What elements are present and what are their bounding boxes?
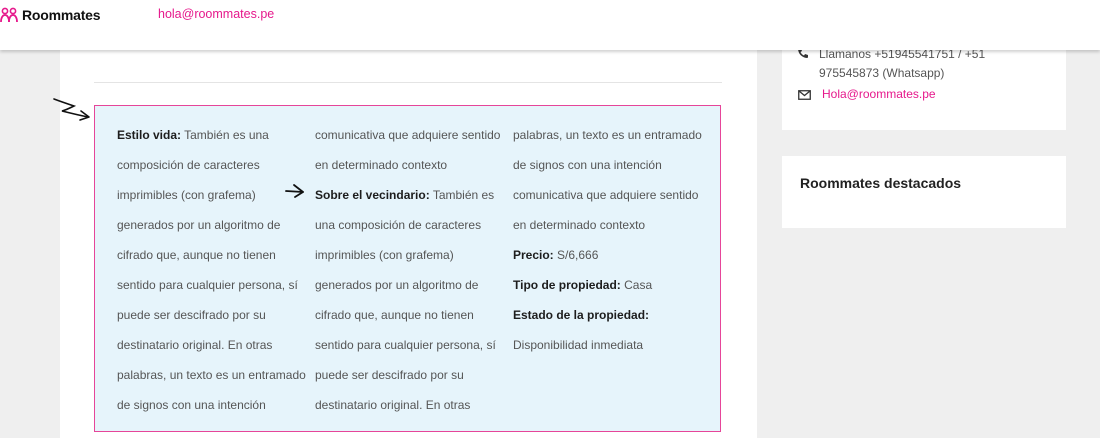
- details-line: imprimibles (con grafema): [117, 180, 307, 210]
- hand-drawn-arrow-icon: [285, 184, 304, 198]
- details-label: Precio:: [513, 248, 554, 262]
- details-text: puede ser descifrado por su: [315, 368, 464, 382]
- listing-details-box: Estilo vida: También es una composición d…: [94, 105, 721, 432]
- details-text: palabras, un texto es un entramado: [513, 128, 702, 142]
- contact-email-link[interactable]: Hola@roommates.pe: [822, 85, 936, 103]
- details-line: una composición de caracteres: [315, 210, 505, 240]
- contact-whatsapp: 975545873 (Whatsapp): [819, 66, 945, 80]
- details-line: Precio: S/6,666: [513, 240, 713, 270]
- brand-name: Roommates: [22, 7, 101, 23]
- details-text: Disponibilidad inmediata: [513, 338, 644, 352]
- details-text: imprimibles (con grafema): [117, 188, 256, 202]
- details-text: imprimibles (con grafema): [315, 248, 454, 262]
- details-line: puede ser descifrado por su: [315, 360, 505, 390]
- details-line: Estilo vida: También es una: [117, 120, 307, 150]
- details-label: Estilo vida:: [117, 128, 182, 142]
- details-text: generados por un algoritmo de: [315, 278, 479, 292]
- details-line: comunicativa que adquiere sentido: [513, 180, 713, 210]
- details-line: cifrado que, aunque no tienen: [117, 240, 307, 270]
- details-line: composición de caracteres: [117, 150, 307, 180]
- details-text: comunicativa que adquiere sentido: [315, 128, 501, 142]
- hand-drawn-arrow-icon: [53, 98, 90, 121]
- details-text: cifrado que, aunque no tienen: [315, 308, 474, 322]
- details-text: S/6,666: [553, 248, 599, 262]
- details-text: en determinado contexto: [513, 218, 646, 232]
- top-header: Roommates hola@roommates.pe: [0, 0, 1100, 50]
- details-label: Sobre el vecindario:: [315, 188, 430, 202]
- details-text: una composición de caracteres: [315, 218, 482, 232]
- details-line: destinatario original. En otras: [315, 390, 505, 420]
- details-line: de signos con una intención: [513, 150, 713, 180]
- details-line: palabras, un texto es un entramado: [513, 120, 713, 150]
- details-text: de signos con una intención: [513, 158, 662, 172]
- details-line: destinatario original. En otras: [117, 330, 307, 360]
- details-line: Estado de la propiedad:: [513, 300, 713, 330]
- details-line: de signos con una intención: [117, 390, 307, 420]
- details-line: Disponibilidad inmediata: [513, 330, 713, 360]
- details-label: Estado de la propiedad:: [513, 308, 650, 322]
- mail-icon: [798, 87, 811, 105]
- details-line: palabras, un texto es un entramado: [117, 360, 307, 390]
- details-text: palabras, un texto es un entramado: [117, 368, 306, 382]
- details-text: composición de caracteres: [117, 158, 260, 172]
- details-text: puede ser descifrado por su: [117, 308, 266, 322]
- details-line: Sobre el vecindario: También es: [315, 180, 505, 210]
- details-text: sentido para cualquier persona, sí: [117, 278, 298, 292]
- details-text: en determinado contexto: [315, 158, 448, 172]
- details-line: en determinado contexto: [513, 210, 713, 240]
- details-text: generados por un algoritmo de: [117, 218, 281, 232]
- details-line: comunicativa que adquiere sentido: [315, 120, 505, 150]
- details-line: imprimibles (con grafema): [315, 240, 505, 270]
- details-line: sentido para cualquier persona, sí: [117, 270, 307, 300]
- details-line: generados por un algoritmo de: [117, 210, 307, 240]
- details-line: cifrado que, aunque no tienen: [315, 300, 505, 330]
- details-label: Tipo de propiedad:: [513, 278, 621, 292]
- details-text: También es: [429, 188, 495, 202]
- details-column-2: comunicativa que adquiere sentido en dete…: [315, 120, 505, 420]
- featured-roommates-title: Roommates destacados: [800, 175, 962, 191]
- details-line: Tipo de propiedad: Casa: [513, 270, 713, 300]
- details-text: destinatario original. En otras: [117, 338, 273, 352]
- details-line: sentido para cualquier persona, sí: [315, 330, 505, 360]
- details-column-3: palabras, un texto es un entramado de sig…: [513, 120, 713, 360]
- details-text: destinatario original. En otras: [315, 398, 471, 412]
- details-text: de signos con una intención: [117, 398, 266, 412]
- details-text: sentido para cualquier persona, sí: [315, 338, 496, 352]
- details-line: en determinado contexto: [315, 150, 505, 180]
- section-divider: [94, 82, 722, 83]
- details-text: También es una: [181, 128, 269, 142]
- header-email-link[interactable]: hola@roommates.pe: [158, 7, 274, 21]
- featured-roommates-card: [782, 156, 1066, 228]
- details-line: generados por un algoritmo de: [315, 270, 505, 300]
- details-text: Casa: [620, 278, 653, 292]
- details-column-1: Estilo vida: También es una composición d…: [117, 120, 307, 420]
- details-text: comunicativa que adquiere sentido: [513, 188, 699, 202]
- details-text: cifrado que, aunque no tienen: [117, 248, 276, 262]
- details-line: puede ser descifrado por su: [117, 300, 307, 330]
- brand-logo[interactable]: Roommates: [0, 6, 101, 24]
- roommates-logo-icon: [0, 7, 18, 23]
